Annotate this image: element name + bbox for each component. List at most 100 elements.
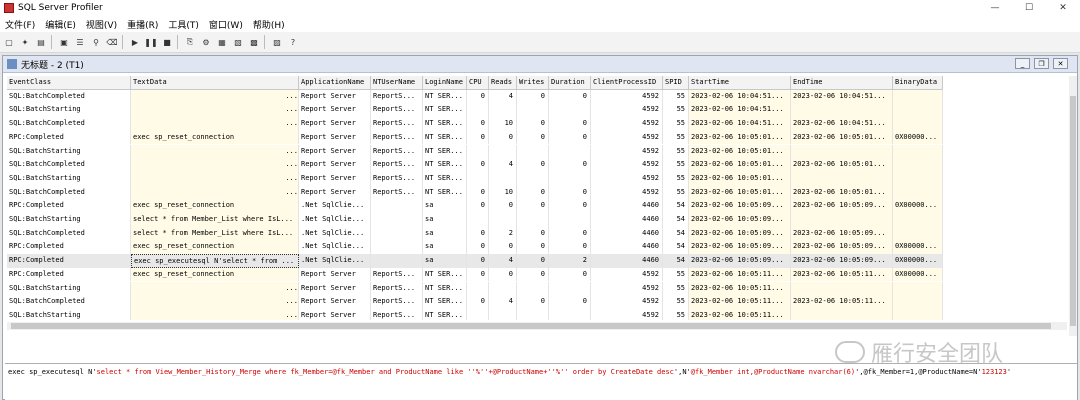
cell-writes[interactable] [517, 103, 549, 118]
cell-end-time[interactable]: 2023-02-06 10:05:09... [791, 254, 893, 268]
cell-spid[interactable]: 55 [663, 267, 689, 282]
cell-reads[interactable]: 4 [489, 254, 517, 268]
cell-nt-user-name[interactable] [371, 240, 423, 255]
cell-event-class[interactable]: SQL:BatchCompleted [7, 226, 131, 241]
cell-client-process-id[interactable]: 4592 [591, 185, 663, 200]
cell-duration[interactable]: 0 [549, 89, 591, 104]
cell-login-name[interactable]: sa [423, 254, 467, 268]
vertical-scrollbar[interactable] [1069, 76, 1077, 336]
cell-end-time[interactable]: 2023-02-06 10:05:01... [791, 158, 893, 172]
column-header-writes[interactable]: Writes [517, 76, 549, 90]
extract-icon[interactable]: ⎘ [183, 35, 197, 49]
textdata-detail-pane[interactable]: exec sp_executesql N'select * from View_… [5, 363, 1077, 400]
cell-application-name[interactable]: .Net SqlClie... [299, 240, 371, 255]
cell-duration[interactable] [549, 281, 591, 296]
cell-application-name[interactable]: Report Server [299, 130, 371, 145]
cell-nt-user-name[interactable] [371, 254, 423, 268]
cell-login-name[interactable]: NT SER... [423, 185, 467, 200]
cell-reads[interactable]: 4 [489, 158, 517, 172]
cell-end-time[interactable] [791, 213, 893, 227]
trace-row[interactable]: SQL:BatchStarting... Report Server ReportS… [7, 171, 943, 186]
cell-text-data[interactable]: ... [131, 185, 299, 200]
cell-client-process-id[interactable]: 4460 [591, 226, 663, 241]
cell-start-time[interactable]: 2023-02-06 10:05:09... [689, 254, 791, 268]
cell-application-name[interactable]: Report Server [299, 158, 371, 172]
cell-duration[interactable]: 0 [549, 185, 591, 200]
cell-login-name[interactable]: NT SER... [423, 267, 467, 282]
menu-item-0[interactable]: 文件(F) [0, 18, 40, 31]
cell-event-class[interactable]: RPC:Completed [7, 130, 131, 145]
cell-binary-data[interactable] [893, 213, 943, 227]
cell-event-class[interactable]: SQL:BatchStarting [7, 308, 131, 320]
cell-application-name[interactable]: .Net SqlClie... [299, 254, 371, 268]
cell-text-data[interactable]: ... [131, 89, 299, 104]
cell-start-time[interactable]: 2023-02-06 10:05:11... [689, 267, 791, 282]
cell-login-name[interactable]: NT SER... [423, 308, 467, 320]
cell-nt-user-name[interactable] [371, 213, 423, 227]
cell-login-name[interactable]: sa [423, 240, 467, 255]
cell-reads[interactable]: 10 [489, 185, 517, 200]
cell-start-time[interactable]: 2023-02-06 10:05:11... [689, 281, 791, 296]
cell-event-class[interactable]: SQL:BatchStarting [7, 281, 131, 296]
cell-binary-data[interactable] [893, 158, 943, 172]
cell-client-process-id[interactable]: 4592 [591, 295, 663, 309]
cell-start-time[interactable]: 2023-02-06 10:04:51... [689, 89, 791, 104]
cell-reads[interactable]: 0 [489, 130, 517, 145]
cell-application-name[interactable]: Report Server [299, 144, 371, 159]
trace-row[interactable]: RPC:Completed exec sp_reset_connection .Ne… [7, 199, 943, 213]
trace-row[interactable]: SQL:BatchStarting select * from Member_Li… [7, 213, 943, 227]
cell-reads[interactable] [489, 308, 517, 320]
column-header-reads[interactable]: Reads [489, 76, 517, 90]
cell-duration[interactable] [549, 308, 591, 320]
cell-client-process-id[interactable]: 4460 [591, 254, 663, 268]
cell-duration[interactable] [549, 171, 591, 186]
cell-application-name[interactable]: Report Server [299, 267, 371, 282]
cell-cpu[interactable]: 0 [467, 199, 489, 213]
trace-row[interactable]: RPC:Completed exec sp_reset_connection Rep… [7, 267, 943, 282]
cell-text-data[interactable]: select * from Member_List where IsL... [131, 226, 299, 241]
menu-item-3[interactable]: 重播(R) [122, 18, 163, 31]
cell-event-class[interactable]: RPC:Completed [7, 199, 131, 213]
trace-row[interactable]: SQL:BatchStarting... Report Server ReportS… [7, 103, 943, 118]
cell-text-data[interactable]: exec sp_reset_connection [131, 240, 299, 255]
cell-text-data[interactable]: ... [131, 308, 299, 320]
cell-cpu[interactable]: 0 [467, 130, 489, 145]
grid-header-row[interactable]: EventClass TextData ApplicationName NTUserN… [7, 76, 943, 90]
cell-reads[interactable] [489, 213, 517, 227]
cell-spid[interactable]: 55 [663, 89, 689, 104]
cell-binary-data[interactable]: 0X00000... [893, 254, 943, 268]
cell-login-name[interactable]: NT SER... [423, 89, 467, 104]
cell-binary-data[interactable] [893, 185, 943, 200]
trace-row[interactable]: SQL:BatchCompleted select * from Member_L… [7, 226, 943, 241]
cell-end-time[interactable]: 2023-02-06 10:05:09... [791, 199, 893, 213]
cell-binary-data[interactable]: 0X00000... [893, 267, 943, 282]
cell-binary-data[interactable]: 0X00000... [893, 130, 943, 145]
horizontal-scroll-thumb[interactable] [11, 323, 1051, 329]
cell-duration[interactable] [549, 103, 591, 118]
trace-props-icon[interactable]: ▧ [231, 35, 245, 49]
cell-binary-data[interactable]: 0X00000... [893, 199, 943, 213]
cell-start-time[interactable]: 2023-02-06 10:05:09... [689, 199, 791, 213]
cell-application-name[interactable]: Report Server [299, 185, 371, 200]
trace-row[interactable]: SQL:BatchStarting... Report Server ReportS… [7, 144, 943, 159]
find-icon[interactable]: ⚲ [89, 35, 103, 49]
cell-binary-data[interactable] [893, 281, 943, 296]
cell-writes[interactable]: 0 [517, 240, 549, 255]
cell-writes[interactable]: 0 [517, 226, 549, 241]
trace-grid[interactable]: EventClass TextData ApplicationName NTUserN… [7, 76, 1067, 320]
activity-icon[interactable]: ▨ [270, 35, 284, 49]
cell-cpu[interactable]: 0 [467, 267, 489, 282]
cell-nt-user-name[interactable]: ReportS... [371, 267, 423, 282]
new-template-icon[interactable]: ✦ [18, 35, 32, 49]
cell-login-name[interactable]: NT SER... [423, 281, 467, 296]
cell-spid[interactable]: 55 [663, 295, 689, 309]
cell-client-process-id[interactable]: 4592 [591, 171, 663, 186]
cell-end-time[interactable] [791, 171, 893, 186]
trace-row[interactable]: SQL:BatchCompleted... Report Server Report… [7, 117, 943, 131]
cell-event-class[interactable]: SQL:BatchCompleted [7, 158, 131, 172]
cell-nt-user-name[interactable]: ReportS... [371, 89, 423, 104]
cell-event-class[interactable]: SQL:BatchCompleted [7, 185, 131, 200]
trace-row[interactable]: SQL:BatchCompleted... Report Server Report… [7, 295, 943, 309]
cell-event-class[interactable]: RPC:Completed [7, 267, 131, 282]
trace-row[interactable]: SQL:BatchStarting... Report Server ReportS… [7, 308, 943, 320]
